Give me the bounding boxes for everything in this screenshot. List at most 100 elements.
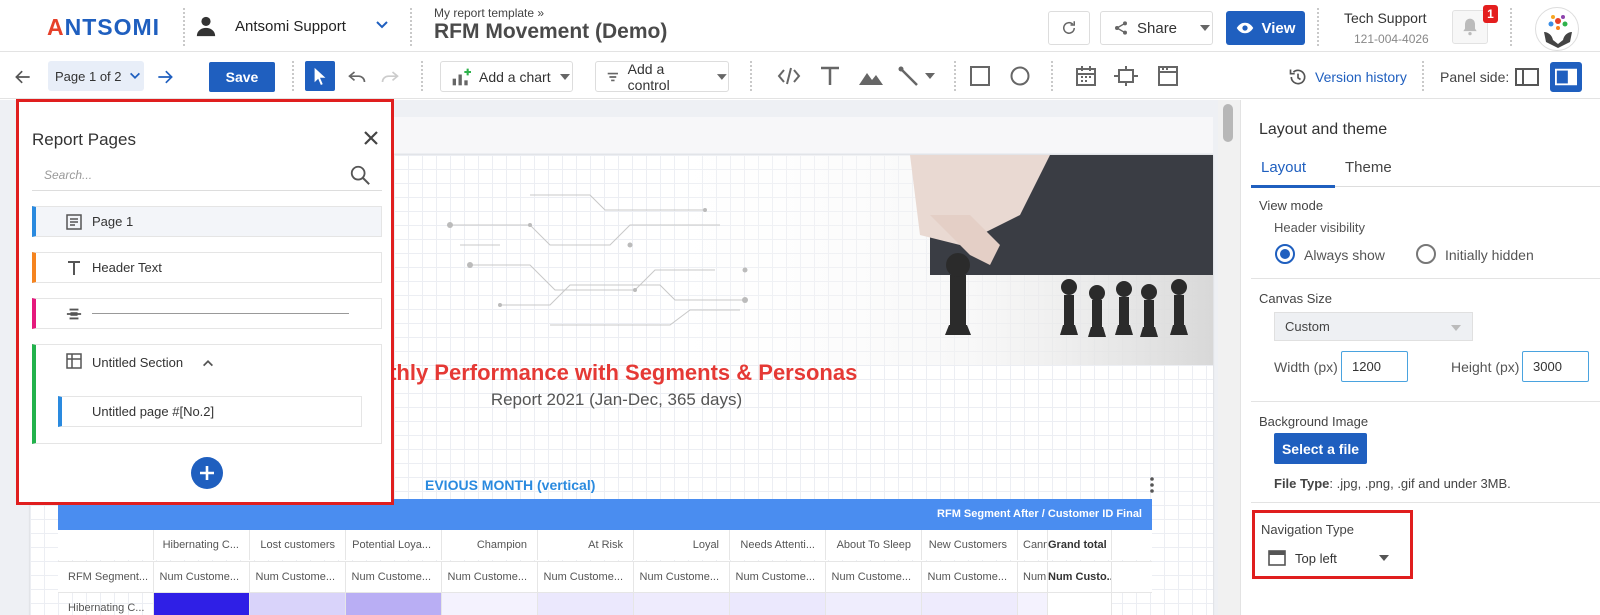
- editor-toolbar: Page 1 of 2 Save Add a chart Add a contr…: [0, 53, 1600, 99]
- row-header[interactable]: RFM Segment...: [58, 562, 154, 592]
- embed-code-icon[interactable]: [776, 64, 802, 88]
- avatar-logo-icon: [1544, 15, 1572, 48]
- canvas-size-label: Canvas Size: [1259, 291, 1332, 306]
- tab-theme[interactable]: Theme: [1345, 159, 1392, 176]
- antsomi-logo[interactable]: ANTSOMI: [47, 14, 160, 41]
- page-list-item[interactable]: Header Text: [32, 252, 382, 283]
- back-arrow-icon[interactable]: [12, 66, 34, 88]
- table-cell: Num Custome...: [346, 562, 442, 592]
- canvas-scroll-thumb[interactable]: [1223, 104, 1233, 142]
- breadcrumb[interactable]: My report template »: [434, 6, 544, 20]
- chevron-down-icon[interactable]: [374, 17, 390, 33]
- line-tool-icon[interactable]: [897, 64, 939, 88]
- column-header[interactable]: Champion: [442, 530, 538, 560]
- table-cell: Num Custome...: [826, 562, 922, 592]
- width-input[interactable]: 1200: [1341, 351, 1408, 382]
- fit-to-screen-icon[interactable]: [1112, 64, 1140, 88]
- navigation-type-value: Top left: [1295, 550, 1337, 566]
- view-button[interactable]: View: [1226, 11, 1305, 45]
- page-selector[interactable]: Page 1 of 2: [48, 61, 144, 91]
- panel-tabs: Layout Theme: [1251, 149, 1600, 188]
- version-history-button[interactable]: Version history: [1288, 67, 1407, 87]
- canvas-size-select[interactable]: Custom: [1274, 312, 1473, 341]
- radio-always-show[interactable]: [1275, 244, 1295, 264]
- forward-arrow-icon[interactable]: [154, 66, 176, 88]
- column-header[interactable]: New Customers: [922, 530, 1018, 560]
- account-name[interactable]: Antsomi Support: [235, 18, 346, 35]
- heat-cell: [1018, 593, 1048, 615]
- caret-down-icon: [1378, 555, 1389, 561]
- divider: [410, 8, 412, 46]
- page-layout-icon[interactable]: [1155, 64, 1181, 88]
- table-cell: Num Custome...: [538, 562, 634, 592]
- divider: [1422, 61, 1424, 91]
- refresh-button[interactable]: [1048, 11, 1090, 45]
- column-header[interactable]: At Risk: [538, 530, 634, 560]
- add-control-label: Add a control: [627, 60, 670, 93]
- chevron-up-icon[interactable]: [201, 356, 215, 370]
- top-left-nav-icon: [1268, 550, 1286, 566]
- page-section[interactable]: Untitled Section Untitled page #[No.2]: [32, 344, 382, 444]
- column-header[interactable]: About To Sleep: [826, 530, 922, 560]
- rectangle-tool-icon[interactable]: [969, 65, 991, 87]
- page-list-item[interactable]: [32, 298, 382, 329]
- panel-right-button[interactable]: [1550, 62, 1582, 92]
- column-header[interactable]: Hibernating C...: [154, 530, 250, 560]
- save-button[interactable]: Save: [209, 62, 275, 92]
- undo-icon[interactable]: [345, 65, 369, 89]
- close-icon[interactable]: [361, 128, 381, 148]
- sub-page-item[interactable]: Untitled page #[No.2]: [58, 396, 362, 427]
- divider: [1051, 61, 1053, 91]
- page-list-item[interactable]: Page 1: [32, 206, 382, 237]
- redo-icon[interactable]: [378, 65, 402, 89]
- row-header[interactable]: Hibernating C...: [58, 593, 154, 615]
- search-input[interactable]: Search...: [44, 168, 92, 182]
- column-header[interactable]: Loyal: [634, 530, 730, 560]
- share-label: Share: [1137, 19, 1178, 37]
- text-icon: [66, 260, 82, 276]
- add-page-button[interactable]: [191, 457, 223, 489]
- table-column-header-row: Hibernating C... Lost customers Potentia…: [58, 530, 1152, 560]
- height-input[interactable]: 3000: [1522, 351, 1589, 382]
- report-title[interactable]: RFM Movement (Demo): [434, 20, 667, 44]
- table-cell: Num Custome...: [442, 562, 538, 592]
- select-tool-button[interactable]: [305, 61, 335, 91]
- navigation-type-box: Navigation Type Top left: [1252, 510, 1413, 579]
- column-header[interactable]: Grand total: [1048, 530, 1112, 560]
- add-control-button[interactable]: Add a control: [595, 60, 729, 93]
- section-header[interactable]: Untitled Section: [66, 353, 215, 372]
- select-file-button[interactable]: Select a file: [1274, 433, 1367, 464]
- search-icon[interactable]: [349, 164, 371, 186]
- column-header[interactable]: Cann: [1018, 530, 1048, 560]
- avatar[interactable]: [1535, 7, 1579, 51]
- canvas-scrollbar[interactable]: [1218, 100, 1240, 615]
- table-cell: Num Custome...: [634, 562, 730, 592]
- more-options-icon[interactable]: [1142, 473, 1162, 497]
- always-show-label[interactable]: Always show: [1304, 247, 1385, 263]
- column-header[interactable]: Needs Attenti...: [730, 530, 826, 560]
- radio-initially-hidden[interactable]: [1416, 244, 1436, 264]
- tab-layout[interactable]: Layout: [1261, 159, 1306, 176]
- table-title[interactable]: EVIOUS MONTH (vertical): [425, 477, 595, 493]
- date-range-icon[interactable]: [1074, 64, 1098, 88]
- pages-search-field[interactable]: Search...: [32, 158, 382, 191]
- image-tool-icon[interactable]: [857, 64, 885, 88]
- bell-icon: [1463, 18, 1477, 36]
- canvas-size-value: Custom: [1285, 319, 1330, 334]
- panel-left-button[interactable]: [1511, 62, 1543, 92]
- caret-down-icon: [559, 73, 570, 80]
- navigation-type-select[interactable]: Top left: [1268, 550, 1390, 566]
- file-type-label: File Type: [1274, 476, 1330, 491]
- column-header[interactable]: Lost customers: [250, 530, 346, 560]
- divider: [183, 8, 185, 46]
- share-button[interactable]: Share: [1100, 11, 1213, 45]
- circle-tool-icon[interactable]: [1009, 65, 1031, 87]
- share-icon: [1115, 21, 1127, 35]
- text-tool-icon[interactable]: [817, 64, 843, 88]
- table-cell: Num Custome...: [154, 562, 250, 592]
- initially-hidden-label[interactable]: Initially hidden: [1445, 247, 1534, 263]
- file-type-value: : .jpg, .png, .gif and under 3MB.: [1329, 476, 1511, 491]
- column-header[interactable]: Potential Loya...: [346, 530, 442, 560]
- add-chart-icon: [452, 68, 471, 85]
- add-chart-button[interactable]: Add a chart: [440, 61, 573, 92]
